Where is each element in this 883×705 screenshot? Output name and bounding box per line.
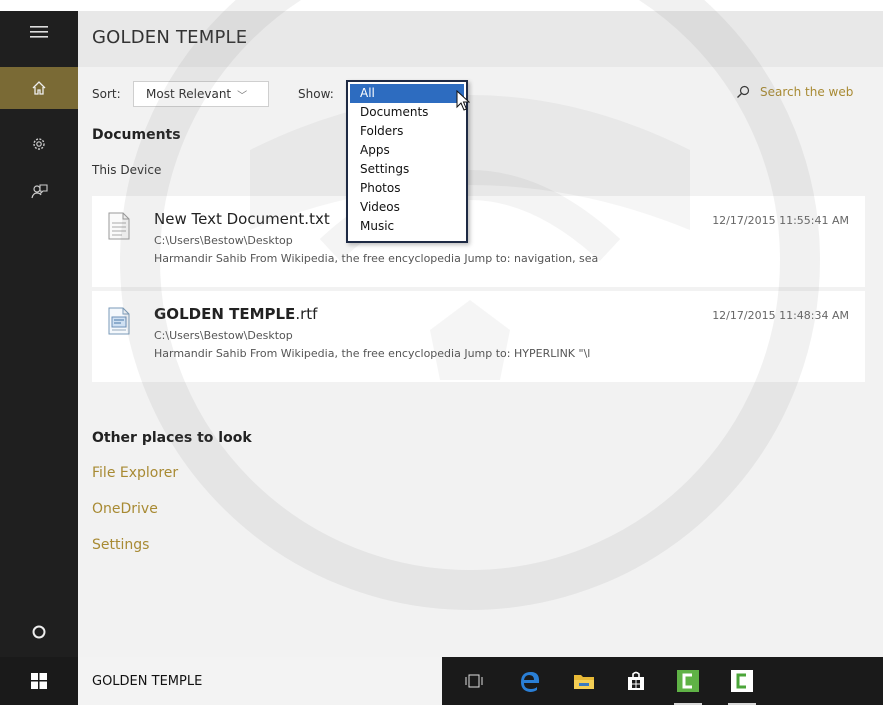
- show-option-videos[interactable]: Videos: [348, 198, 466, 217]
- result-date: 12/17/2015 11:55:41 AM: [712, 214, 849, 227]
- file-explorer-icon: [574, 675, 594, 689]
- result-file-path: C:\Users\Bestow\Desktop: [154, 234, 293, 247]
- result-file-name-match: GOLDEN TEMPLE: [154, 305, 296, 323]
- rail-feedback-button[interactable]: [0, 171, 78, 213]
- camtasia-recorder-icon: [731, 670, 753, 692]
- sort-label: Sort:: [92, 87, 121, 101]
- result-file-extension: .rtf: [295, 305, 318, 323]
- show-label: Show:: [298, 87, 334, 101]
- home-icon: [32, 81, 46, 95]
- show-option-settings[interactable]: Settings: [348, 160, 466, 179]
- hamburger-icon: [30, 26, 48, 38]
- cortana-button[interactable]: [0, 611, 78, 653]
- feedback-icon: [31, 184, 48, 199]
- taskbar-search-box[interactable]: GOLDEN TEMPLE: [78, 657, 442, 705]
- onedrive-link[interactable]: OneDrive: [92, 501, 158, 517]
- camtasia-icon: [677, 670, 699, 692]
- camtasia-button[interactable]: [670, 665, 706, 705]
- show-option-documents[interactable]: Documents: [348, 103, 466, 122]
- sort-value: Most Relevant: [146, 87, 232, 101]
- result-file-name: GOLDEN TEMPLE.rtf: [154, 305, 317, 323]
- search-the-web-link[interactable]: Search the web: [736, 85, 853, 99]
- file-explorer-link[interactable]: File Explorer: [92, 465, 178, 481]
- result-date: 12/17/2015 11:48:34 AM: [712, 309, 849, 322]
- chevron-down-icon: ﹀: [237, 90, 248, 102]
- show-dropdown-list[interactable]: All Documents Folders Apps Settings Phot…: [346, 80, 468, 243]
- result-file-name: New Text Document.txt: [154, 210, 330, 228]
- cortana-left-rail: [0, 11, 78, 657]
- search-the-web-label: Search the web: [760, 85, 854, 99]
- hamburger-menu-button[interactable]: [0, 11, 78, 53]
- result-snippet: Harmandir Sahib From Wikipedia, the free…: [154, 347, 591, 360]
- start-button[interactable]: [0, 657, 78, 705]
- task-view-icon: [465, 674, 483, 688]
- file-explorer-button[interactable]: [566, 665, 602, 697]
- gear-icon: [33, 138, 45, 150]
- search-icon: [737, 85, 750, 98]
- store-button[interactable]: [618, 665, 654, 697]
- edge-icon: [521, 672, 540, 692]
- show-option-photos[interactable]: Photos: [348, 179, 466, 198]
- taskbar-search-text: GOLDEN TEMPLE: [92, 673, 203, 689]
- show-option-apps[interactable]: Apps: [348, 141, 466, 160]
- results-header: GOLDEN TEMPLE: [78, 11, 883, 67]
- rail-home-button[interactable]: [0, 67, 78, 109]
- camtasia-recorder-button[interactable]: [724, 665, 760, 705]
- show-option-all[interactable]: All: [350, 84, 464, 103]
- rail-settings-button[interactable]: [0, 123, 78, 165]
- settings-link[interactable]: Settings: [92, 537, 149, 553]
- show-option-music[interactable]: Music: [348, 217, 466, 236]
- sort-dropdown[interactable]: Most Relevant ﹀: [133, 81, 269, 107]
- search-query-title: GOLDEN TEMPLE: [92, 27, 248, 48]
- result-snippet: Harmandir Sahib From Wikipedia, the free…: [154, 252, 599, 265]
- mouse-cursor-icon: [456, 90, 470, 111]
- top-strip: [0, 0, 883, 11]
- windows-logo-icon: [31, 673, 47, 689]
- result-item[interactable]: New Text Document.txt C:\Users\Bestow\De…: [92, 196, 865, 287]
- this-device-label: This Device: [92, 163, 162, 177]
- cortana-circle-icon: [32, 625, 46, 639]
- documents-heading: Documents: [92, 127, 181, 143]
- result-file-path: C:\Users\Bestow\Desktop: [154, 329, 293, 342]
- taskbar: GOLDEN TEMPLE: [0, 657, 883, 705]
- text-file-icon: [108, 212, 130, 240]
- show-option-folders[interactable]: Folders: [348, 122, 466, 141]
- other-places-heading: Other places to look: [92, 430, 252, 446]
- store-icon: [628, 671, 644, 690]
- edge-button[interactable]: [512, 665, 548, 697]
- rtf-file-icon: [108, 307, 130, 335]
- search-results-panel: GOLDEN TEMPLE Sort: Most Relevant ﹀ Show…: [78, 11, 883, 657]
- result-item[interactable]: GOLDEN TEMPLE.rtf C:\Users\Bestow\Deskto…: [92, 291, 865, 382]
- task-view-button[interactable]: [456, 665, 492, 697]
